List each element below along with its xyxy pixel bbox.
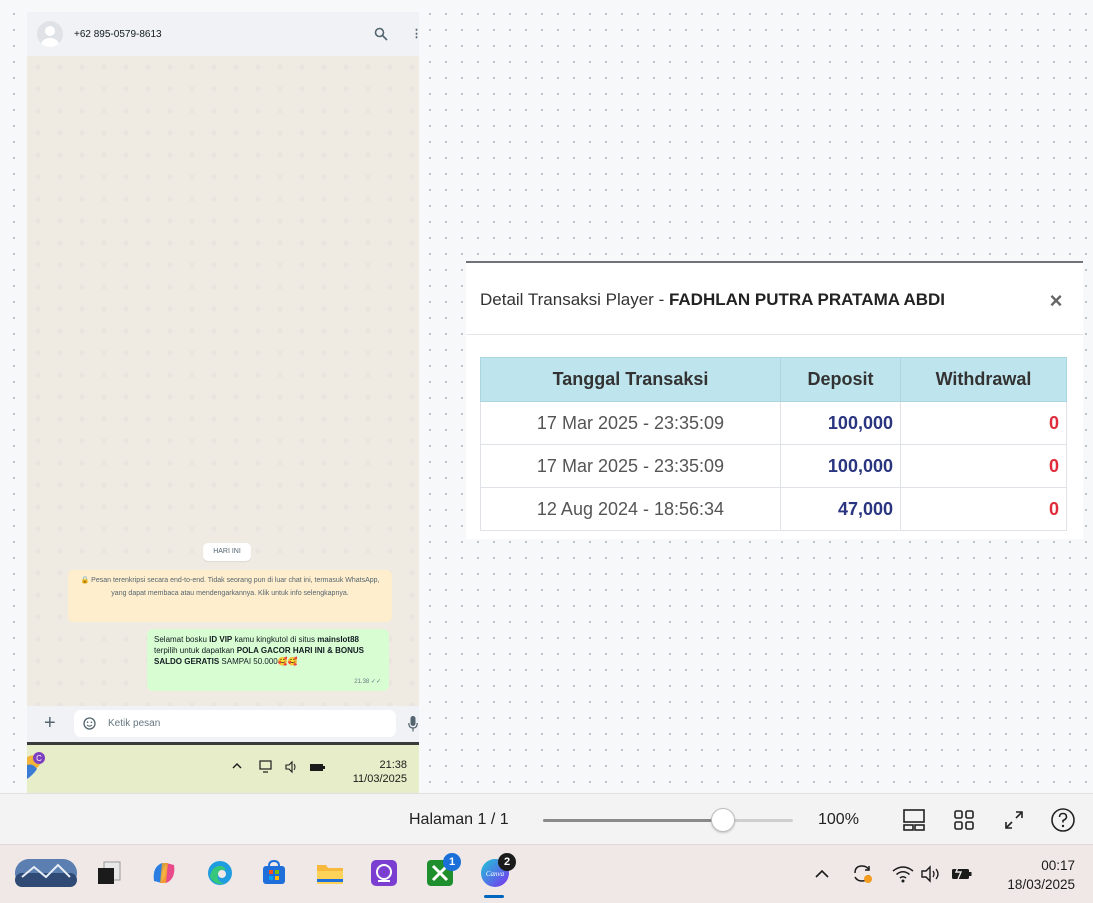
player-name: FADHLAN PUTRA PRATAMA ABDI xyxy=(668,290,946,309)
chat-footer: + Ketik pesan xyxy=(27,706,419,742)
screenshot-clock: 21:38 11/03/2025 xyxy=(352,759,407,785)
help-icon[interactable] xyxy=(1050,807,1076,833)
zoom-slider[interactable] xyxy=(543,808,793,832)
sync-icon[interactable] xyxy=(851,863,875,885)
canva-notification-badge: 2 xyxy=(498,853,516,871)
page-layout-icon[interactable] xyxy=(901,807,927,833)
panel-title: Detail Transaksi Player - FADHLAN PUTRA … xyxy=(480,290,946,309)
emoji-icon[interactable] xyxy=(83,717,96,730)
svg-text:C: C xyxy=(36,754,42,763)
svg-text:Canva: Canva xyxy=(486,870,505,878)
chevron-up-icon xyxy=(232,763,242,769)
edge-icon[interactable] xyxy=(204,857,236,889)
message-time: 21.38 ✓✓ xyxy=(354,679,381,685)
cell-withdrawal: 0 xyxy=(900,487,1067,531)
proton-vpn-icon[interactable] xyxy=(368,857,400,889)
zoom-slider-thumb[interactable] xyxy=(711,808,735,832)
cell-date: 17 Mar 2025 - 23:35:09 xyxy=(480,444,781,488)
active-app-indicator xyxy=(484,895,504,898)
viewer-toolbar: Halaman 1 / 1 100% xyxy=(0,793,1093,844)
microphone-icon[interactable] xyxy=(408,716,418,732)
encryption-notice[interactable]: 🔒 Pesan terenkripsi secara end-to-end. T… xyxy=(68,570,392,622)
search-icon[interactable] xyxy=(374,27,388,41)
transaction-detail-panel: Detail Transaksi Player - FADHLAN PUTRA … xyxy=(466,261,1083,539)
chat-header: +62 895-0579-8613 ⋮ xyxy=(27,12,419,56)
copilot-icon[interactable] xyxy=(148,857,180,889)
transaction-table: Tanggal Transaksi Deposit Withdrawal 17 … xyxy=(480,357,1067,531)
app-icon: C xyxy=(27,752,45,779)
chevron-up-icon[interactable] xyxy=(813,863,831,885)
date-chip: HARI INI xyxy=(203,543,251,561)
file-explorer-icon[interactable] xyxy=(314,857,346,889)
message-placeholder: Ketik pesan xyxy=(108,718,161,729)
attach-plus-icon[interactable]: + xyxy=(44,712,56,734)
whatsapp-screenshot: +62 895-0579-8613 ⋮ HARI INI 🔒 Pesan ter… xyxy=(27,12,419,793)
screenshot-taskbar: C 21:38 11/03/2025 xyxy=(27,745,419,793)
more-options-icon[interactable]: ⋮ xyxy=(411,27,419,41)
zoom-level: 100% xyxy=(818,811,859,828)
close-icon[interactable]: × xyxy=(1045,290,1067,313)
panel-header: Detail Transaksi Player - FADHLAN PUTRA … xyxy=(466,263,1083,335)
table-row: 17 Mar 2025 - 23:35:09 100,000 0 xyxy=(480,401,1067,445)
xbox-notification-badge: 1 xyxy=(443,853,461,871)
table-row: 12 Aug 2024 - 18:56:34 47,000 0 xyxy=(480,487,1067,531)
cell-deposit: 47,000 xyxy=(780,487,901,531)
page-indicator: Halaman 1 / 1 xyxy=(409,811,509,828)
system-clock[interactable]: 00:17 18/03/2025 xyxy=(985,856,1075,894)
column-header-deposit: Deposit xyxy=(780,357,901,402)
photo-app-icon[interactable] xyxy=(14,857,78,889)
contact-phone[interactable]: +62 895-0579-8613 xyxy=(74,29,162,40)
task-view-icon[interactable] xyxy=(94,857,126,889)
message-input[interactable]: Ketik pesan xyxy=(74,710,396,737)
cell-withdrawal: 0 xyxy=(900,401,1067,445)
table-header-row: Tanggal Transaksi Deposit Withdrawal xyxy=(480,357,1067,402)
volume-icon[interactable] xyxy=(919,863,943,885)
cell-withdrawal: 0 xyxy=(900,444,1067,488)
table-row: 17 Mar 2025 - 23:35:09 100,000 0 xyxy=(480,444,1067,488)
battery-charging-icon[interactable] xyxy=(950,863,974,885)
cell-date: 17 Mar 2025 - 23:35:09 xyxy=(480,401,781,445)
column-header-withdrawal: Withdrawal xyxy=(900,357,1067,402)
grid-view-icon[interactable] xyxy=(951,807,977,833)
fullscreen-icon[interactable] xyxy=(1001,807,1027,833)
zoom-slider-fill xyxy=(543,819,723,822)
outgoing-message: Selamat bosku ID VIP kamu kingkutol di s… xyxy=(147,629,389,691)
cell-deposit: 100,000 xyxy=(780,401,901,445)
cell-deposit: 100,000 xyxy=(780,444,901,488)
column-header-date: Tanggal Transaksi xyxy=(480,357,781,402)
store-icon[interactable] xyxy=(258,857,290,889)
wifi-icon[interactable] xyxy=(891,863,915,885)
windows-taskbar: 1 Canva 2 00:17 18/03/2025 xyxy=(0,844,1093,903)
cell-date: 12 Aug 2024 - 18:56:34 xyxy=(480,487,781,531)
chat-area: HARI INI 🔒 Pesan terenkripsi secara end-… xyxy=(27,56,419,706)
system-tray-icons xyxy=(259,760,325,774)
contact-avatar[interactable] xyxy=(37,21,63,47)
